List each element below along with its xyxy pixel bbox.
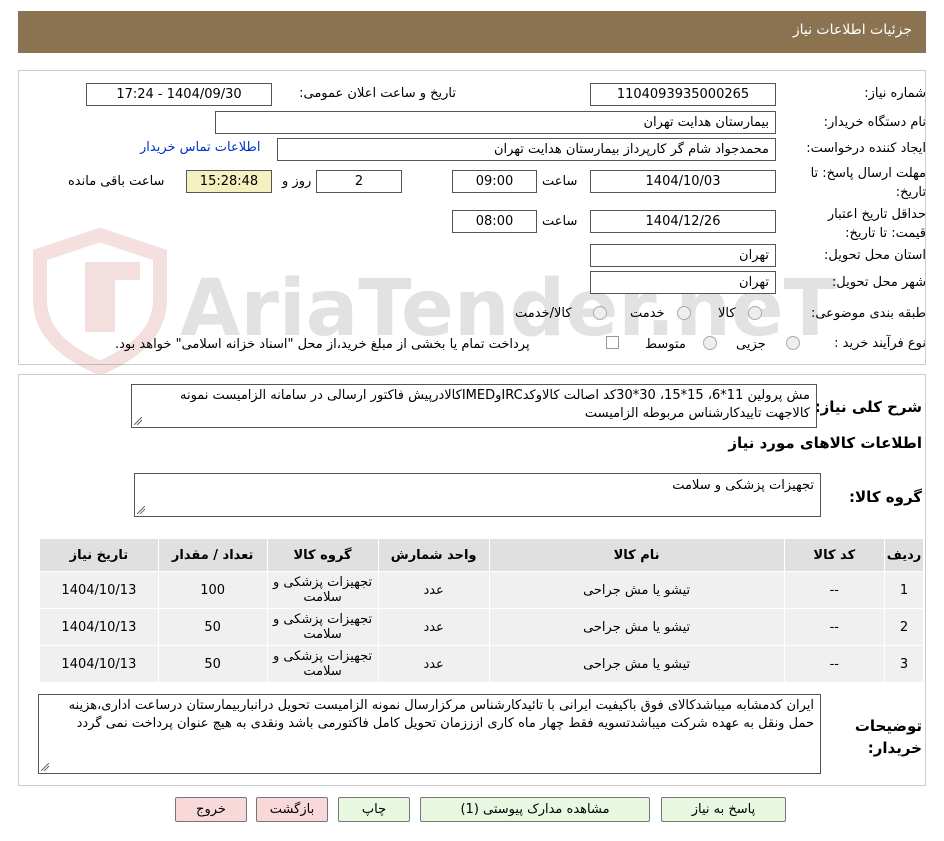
cell-row: 1: [884, 571, 924, 609]
resize-grip-icon[interactable]: [134, 417, 142, 425]
province-label: استان محل تحویل:: [824, 248, 926, 263]
category-service-label: خدمت: [630, 306, 665, 321]
exit-button[interactable]: خروج: [175, 797, 247, 822]
days-label: روز و: [282, 174, 312, 189]
remaining-time-field: 15:28:48: [186, 170, 272, 193]
cell-qty: 100: [157, 571, 268, 609]
table-row: 1 -- تیشو یا مش جراحی عدد تجهیزات پزشکی …: [39, 571, 924, 609]
province-field: تهران: [590, 244, 776, 267]
city-field: تهران: [590, 271, 776, 294]
col-name: نام کالا: [488, 538, 785, 572]
need-number-label: شماره نیاز:: [864, 86, 926, 101]
buyer-contact-link[interactable]: اطلاعات تماس خریدار: [140, 140, 260, 155]
goods-group-field: تجهیزات پزشکی و سلامت: [134, 473, 821, 517]
cell-code: --: [783, 645, 886, 683]
back-button[interactable]: بازگشت: [256, 797, 328, 822]
col-unit: واحد شمارش: [377, 538, 490, 572]
cell-unit: عدد: [377, 608, 490, 646]
resize-grip-icon[interactable]: [41, 763, 49, 771]
buyer-notes-label: توضیحات خریدار:: [854, 717, 922, 757]
cell-code: --: [783, 608, 886, 646]
items-section-title: اطلاعات کالاهای مورد نیاز: [728, 434, 922, 452]
payment-note: پرداخت تمام یا بخشی از مبلغ خرید،از محل …: [115, 337, 530, 352]
summary-text: مش پرولین 11*6، 15*15، 30*30کد اصالت کال…: [179, 388, 810, 421]
cell-qty: 50: [157, 645, 268, 683]
col-qty: تعداد / مقدار: [157, 538, 268, 572]
cell-date: 1404/10/13: [39, 645, 159, 683]
remaining-label: ساعت باقی مانده: [68, 174, 165, 189]
cell-code: --: [783, 571, 886, 609]
category-label: طبقه بندی موضوعی:: [810, 306, 926, 321]
announce-label: تاریخ و ساعت اعلان عمومی:: [299, 86, 456, 101]
cell-row: 3: [884, 645, 924, 683]
process-medium-label: متوسط: [645, 337, 686, 352]
print-button[interactable]: چاپ: [338, 797, 410, 822]
validity-time-field: 08:00: [452, 210, 537, 233]
category-service-radio[interactable]: [677, 306, 691, 320]
city-label: شهر محل تحویل:: [831, 275, 926, 290]
days-remaining-field: 2: [316, 170, 402, 193]
cell-qty: 50: [157, 608, 268, 646]
resize-grip-icon[interactable]: [137, 506, 145, 514]
items-table: ردیف کد کالا نام کالا واحد شمارش گروه کا…: [39, 538, 924, 683]
deadline-label: مهلت ارسال پاسخ: تا تاریخ:: [810, 166, 926, 200]
page-title: جزئیات اطلاعات نیاز: [792, 22, 912, 38]
col-date: تاریخ نیاز: [39, 538, 159, 572]
col-row: ردیف: [884, 538, 924, 572]
deadline-date-field: 1404/10/03: [590, 170, 776, 193]
buyer-notes-textarea: ایران کدمشابه میباشدکالای فوق باکیفیت ای…: [38, 694, 821, 774]
validity-time-label: ساعت: [542, 214, 578, 229]
table-row: 2 -- تیشو یا مش جراحی عدد تجهیزات پزشکی …: [39, 608, 924, 646]
deadline-time-field: 09:00: [452, 170, 537, 193]
col-group: گروه کالا: [266, 538, 379, 572]
process-small-label: جزیی: [736, 337, 766, 352]
cell-date: 1404/10/13: [39, 608, 159, 646]
category-goods-service-radio[interactable]: [593, 306, 607, 320]
goods-group-label: گروه کالا:: [849, 488, 922, 506]
cell-name: تیشو یا مش جراحی: [488, 645, 785, 683]
requester-field: محمدجواد شام گر کارپرداز بیمارستان هدایت…: [277, 138, 776, 161]
buyer-org-field: بیمارستان هدایت تهران: [215, 111, 776, 134]
process-medium-radio[interactable]: [703, 336, 717, 350]
need-number-field: 1104093935000265: [590, 83, 776, 106]
treasury-payment-checkbox[interactable]: [606, 336, 619, 349]
buyer-org-label: نام دستگاه خریدار:: [823, 115, 926, 130]
requester-label: ایجاد کننده درخواست:: [806, 141, 926, 156]
category-goods-radio[interactable]: [748, 306, 762, 320]
process-label: نوع فرآیند خرید :: [834, 336, 926, 351]
category-goods-label: کالا: [718, 306, 736, 321]
cell-name: تیشو یا مش جراحی: [488, 571, 785, 609]
goods-group-value: تجهیزات پزشکی و سلامت: [672, 478, 814, 493]
view-attachments-button[interactable]: مشاهده مدارک پیوستی (1): [420, 797, 650, 822]
col-code: کد کالا: [783, 538, 886, 572]
summary-textarea: مش پرولین 11*6، 15*15، 30*30کد اصالت کال…: [131, 384, 817, 428]
table-row: 3 -- تیشو یا مش جراحی عدد تجهیزات پزشکی …: [39, 645, 924, 683]
summary-label: شرح کلی نیاز:: [814, 398, 922, 416]
cell-group: تجهیزات پزشکی و سلامت: [266, 645, 379, 683]
buyer-notes-text: ایران کدمشابه میباشدکالای فوق باکیفیت ای…: [68, 698, 814, 731]
cell-unit: عدد: [377, 645, 490, 683]
cell-group: تجهیزات پزشکی و سلامت: [266, 608, 379, 646]
validity-date-field: 1404/12/26: [590, 210, 776, 233]
cell-group: تجهیزات پزشکی و سلامت: [266, 571, 379, 609]
cell-date: 1404/10/13: [39, 571, 159, 609]
cell-name: تیشو یا مش جراحی: [488, 608, 785, 646]
cell-unit: عدد: [377, 571, 490, 609]
deadline-time-label: ساعت: [542, 174, 578, 189]
reply-button[interactable]: پاسخ به نیاز: [661, 797, 786, 822]
validity-label: حداقل تاریخ اعتبار قیمت: تا تاریخ:: [827, 207, 926, 241]
table-header-row: ردیف کد کالا نام کالا واحد شمارش گروه کا…: [39, 538, 924, 572]
category-goods-service-label: کالا/خدمت: [515, 306, 572, 321]
process-small-radio[interactable]: [786, 336, 800, 350]
page-header: جزئیات اطلاعات نیاز: [18, 11, 926, 53]
announce-field: 1404/09/30 - 17:24: [86, 83, 272, 106]
cell-row: 2: [884, 608, 924, 646]
